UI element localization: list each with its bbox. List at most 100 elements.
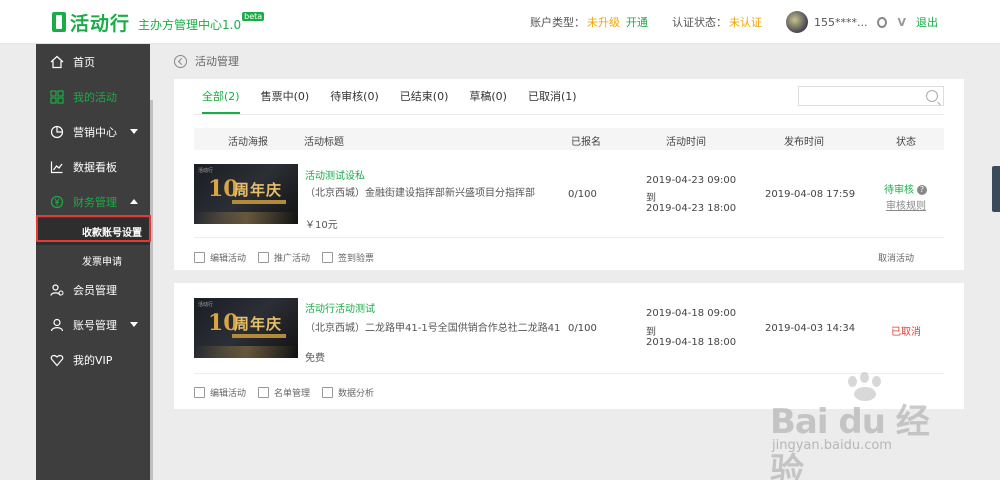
search-input[interactable] (798, 86, 944, 106)
publish-time: 2019-04-03 14:34 (765, 323, 856, 334)
sidebar-item-members[interactable]: 会员管理 (36, 272, 150, 307)
watermark: Bai du 经验 jingyan.baidu.com (760, 372, 950, 480)
account-type-value: 未升级 (586, 16, 620, 29)
tab-divider (194, 114, 944, 115)
upgrade-link[interactable]: 开通 (626, 14, 648, 30)
vip-badge[interactable]: V (897, 16, 906, 29)
status-badge: 待审核 (884, 185, 914, 196)
feedback-side-tab[interactable] (992, 166, 1000, 212)
tab-cancelled[interactable]: 已取消(1) (528, 88, 577, 112)
sidebar-item-dashboard[interactable]: 数据看板 (36, 149, 150, 184)
help-icon[interactable]: ? (917, 185, 927, 195)
activity-price: 免费 (305, 353, 325, 364)
activity-price: ￥10元 (305, 220, 338, 231)
sidebar-item-label: 数据看板 (73, 160, 117, 174)
activity-poster[interactable]: 活动行 10 周年庆 (194, 164, 298, 224)
sidebar-item-my-activities[interactable]: 我的活动 (36, 79, 150, 114)
chevron-down-icon (130, 129, 138, 134)
beta-badge: beta (242, 11, 265, 21)
tab-pending[interactable]: 待审核(0) (330, 88, 379, 112)
tab-all[interactable]: 全部(2) (202, 88, 240, 114)
pie-chart-icon (50, 125, 64, 138)
cancel-activity-button[interactable]: 取消活动 (878, 251, 914, 264)
data-analysis-button[interactable]: 数据分析 (322, 386, 374, 399)
status-badge: 已取消 (891, 327, 921, 338)
logo[interactable]: 活动行 主办方管理中心1.0 beta (52, 10, 265, 35)
activity-address: （北京西城）二龙路甲41-1号全国供销合作总社二龙路41 (305, 323, 561, 334)
edit-icon (194, 252, 205, 263)
check-in-button[interactable]: 签到验票 (322, 251, 374, 264)
col-poster: 活动海报 (228, 137, 268, 148)
activity-poster[interactable]: 活动行 10 周年庆 (194, 298, 298, 358)
edit-icon (194, 387, 205, 398)
sidebar-item-label: 财务管理 (73, 195, 117, 209)
activity-title[interactable]: 活动测试设私 (305, 167, 365, 182)
medal-icon[interactable] (877, 16, 888, 28)
table-header: 活动海报 活动标题 已报名 活动时间 发布时间 状态 (194, 128, 944, 150)
tab-ended[interactable]: 已结束(0) (400, 88, 449, 112)
tab-on-sale[interactable]: 售票中(0) (261, 88, 310, 112)
time-start: 2019-04-23 09:00 (646, 175, 737, 186)
home-icon (50, 55, 64, 68)
review-rules-link[interactable]: 审核规则 (886, 197, 926, 212)
sidebar-item-label: 营销中心 (73, 125, 117, 139)
line-chart-icon (50, 161, 63, 173)
status-cell: 待审核? (884, 181, 927, 196)
back-icon[interactable] (174, 54, 187, 68)
registered-count: 0/100 (568, 189, 597, 200)
user-name[interactable]: 155****... (814, 16, 868, 29)
tab-drafts[interactable]: 草稿(0) (469, 88, 507, 112)
cert-status-value[interactable]: 未认证 (729, 14, 762, 30)
publish-time: 2019-04-08 17:59 (765, 189, 856, 200)
avatar[interactable] (785, 11, 808, 33)
sidebar-item-marketing[interactable]: 营销中心 (36, 114, 150, 149)
promote-activity-button[interactable]: 推广活动 (258, 251, 310, 264)
col-status: 状态 (896, 137, 916, 148)
sidebar-item-finance[interactable]: 财务管理 (36, 184, 150, 219)
time-to: 到 (646, 327, 656, 338)
watermark-url: jingyan.baidu.com (772, 438, 892, 453)
breadcrumb: 活动管理 (174, 52, 239, 70)
chevron-down-icon (130, 322, 138, 327)
col-registered: 已报名 (571, 137, 601, 148)
logout-link[interactable]: 退出 (916, 14, 938, 30)
logo-subtitle: 主办方管理中心1.0 (138, 18, 242, 32)
search-icon[interactable] (926, 90, 938, 102)
sidebar-scrollbar[interactable] (150, 100, 153, 480)
activity-title[interactable]: 活动行活动测试 (305, 300, 375, 315)
check-icon (322, 252, 334, 263)
attendee-list-button[interactable]: 名单管理 (258, 386, 310, 399)
poster-text: 周年庆 (234, 181, 283, 199)
row-actions: 编辑活动 推广活动 签到验票 (194, 251, 386, 264)
bar-chart-icon (322, 387, 334, 398)
edit-activity-button[interactable]: 编辑活动 (194, 251, 246, 264)
poster-text: 周年庆 (234, 315, 283, 333)
time-to: 到 (646, 193, 656, 204)
logo-icon (52, 12, 66, 32)
activity-address: （北京西城）金融街建设指挥部新兴盛项目分指挥部 (305, 188, 535, 199)
sidebar-item-label: 我的VIP (73, 353, 113, 367)
time-end: 2019-04-18 18:00 (646, 337, 737, 348)
sidebar-item-label: 我的活动 (73, 90, 117, 104)
cert-status-label: 认证状态： (671, 16, 727, 29)
time-start: 2019-04-18 09:00 (646, 308, 737, 319)
col-publish: 发布时间 (784, 137, 824, 148)
user-icon (50, 318, 64, 331)
sidebar-item-account[interactable]: 账号管理 (36, 307, 150, 342)
logo-text: 活动行 (70, 12, 131, 35)
list-icon (258, 387, 270, 398)
watermark-brand: Bai du 经验 (770, 402, 930, 480)
chevron-up-icon (130, 199, 138, 204)
col-time: 活动时间 (666, 137, 706, 148)
activity-row: 活动行 10 周年庆 活动测试设私 （北京西城）金融街建设指挥部新兴盛项目分指挥… (174, 157, 964, 270)
sidebar-item-vip[interactable]: 我的VIP (36, 342, 150, 377)
sidebar-item-invoice[interactable]: 发票申请 (36, 245, 150, 275)
highlight-box (36, 215, 151, 242)
account-type-label: 账户类型： (529, 16, 585, 29)
edit-activity-button[interactable]: 编辑活动 (194, 386, 246, 399)
header-account-info: 账户类型： 未升级 开通 认证状态： 未认证 155****... V 退出 (530, 0, 938, 44)
sidebar-item-home[interactable]: 首页 (36, 44, 150, 79)
sidebar: 首页 我的活动 营销中心 数据看板 财务管理 收款账号设置 发票申请 会员管理 … (36, 44, 150, 480)
activity-list-panel: 全部(2) 售票中(0) 待审核(0) 已结束(0) 草稿(0) 已取消(1) … (174, 79, 964, 270)
top-header: 活动行 主办方管理中心1.0 beta 账户类型： 未升级 开通 认证状态： 未… (0, 0, 1000, 44)
